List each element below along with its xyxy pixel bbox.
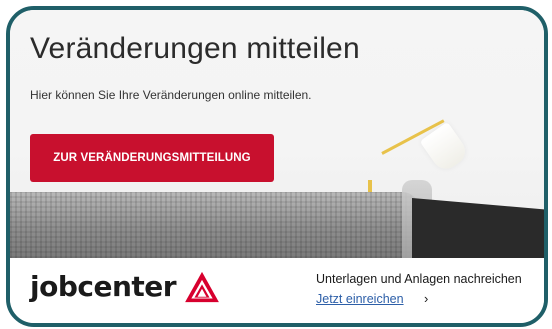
chevron-right-icon[interactable]: › [424, 291, 428, 306]
card-frame: Veränderungen mitteilen Hier können Sie … [6, 6, 548, 327]
footer-bar: jobcenter Unterlagen und Anlagen nachrei… [10, 258, 544, 323]
hero-image-sofa [10, 192, 420, 258]
jobcenter-triangle-icon [185, 271, 219, 303]
brand-wordmark: jobcenter [30, 270, 177, 303]
jobcenter-logo[interactable]: jobcenter [30, 270, 220, 304]
upload-documents-heading: Unterlagen und Anlagen nachreichen [316, 272, 522, 286]
page-title: Veränderungen mitteilen [30, 32, 360, 65]
hero-description: Hier können Sie Ihre Veränderungen onlin… [30, 88, 312, 102]
submit-now-link[interactable]: Jetzt einreichen [316, 292, 404, 306]
change-notification-button[interactable]: ZUR VERÄNDERUNGSMITTEILUNG [30, 134, 274, 182]
